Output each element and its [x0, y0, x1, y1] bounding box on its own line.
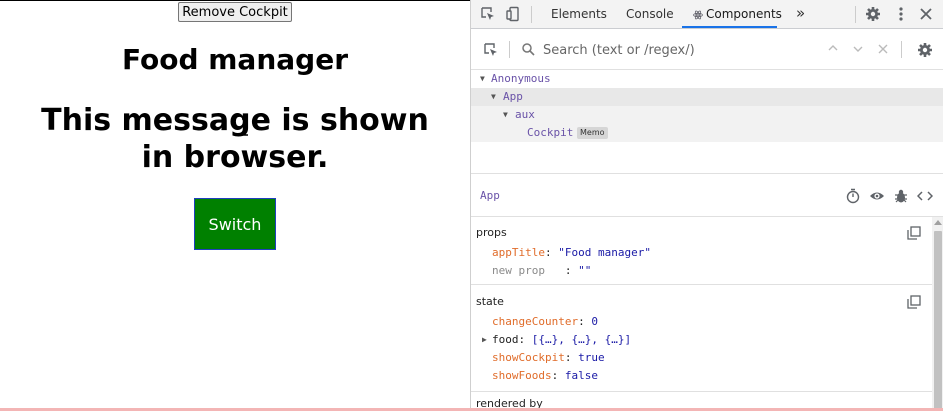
react-icon [693, 10, 703, 20]
state-title: state [476, 295, 504, 308]
tab-console[interactable]: Console [626, 0, 674, 29]
component-search-input[interactable] [543, 40, 743, 60]
toolbar-separator [509, 41, 510, 58]
search-icon [522, 43, 535, 56]
state-value[interactable]: [{…}, {…}, {…}] [532, 333, 631, 346]
more-options-icon[interactable] [893, 6, 909, 22]
prop-key: appTitle [492, 246, 545, 259]
tree-node-label: aux [515, 108, 535, 121]
page-title: Food manager [122, 43, 348, 76]
eye-icon[interactable] [869, 188, 885, 204]
prop-value[interactable]: "Food manager" [558, 246, 651, 259]
inspected-component-name: App [480, 189, 500, 202]
state-row[interactable]: ▶ food: [{…}, {…}, {…}] [482, 332, 631, 348]
device-toolbar-icon[interactable] [505, 6, 521, 22]
state-key: showFoods [492, 369, 552, 382]
tree-node-label: Cockpit [527, 126, 574, 139]
devtools-panel: Elements Console Components » Search (te… [471, 0, 943, 411]
text-cursor-icon [242, 118, 248, 136]
expand-caret-icon[interactable]: ▼ [503, 106, 508, 124]
select-component-icon[interactable] [483, 42, 499, 58]
scrollbar-thumb[interactable] [934, 231, 942, 411]
component-tree: ▼ Anonymous ▼ App ▼ aux Cockpit Memo [471, 70, 943, 144]
new-prop-value[interactable]: "" [578, 264, 591, 277]
new-prop-key[interactable]: new prop [492, 264, 545, 277]
view-source-icon[interactable] [917, 188, 933, 204]
expand-caret-icon[interactable]: ▼ [491, 88, 496, 106]
state-value[interactable]: true [578, 351, 605, 364]
tab-elements[interactable]: Elements [551, 0, 607, 29]
component-settings-gear-icon[interactable] [917, 42, 933, 58]
new-prop-row[interactable]: new prop : "" [492, 263, 591, 279]
tree-node-app[interactable]: ▼ App [471, 88, 943, 106]
state-key: showCockpit [492, 351, 565, 364]
remove-cockpit-button[interactable]: Remove Cockpit [178, 2, 292, 22]
inspector-header: App [471, 175, 943, 217]
previous-result-icon[interactable] [827, 42, 839, 54]
toolbar-separator [901, 41, 902, 58]
tree-empty-area [471, 144, 943, 174]
components-toolbar [471, 29, 943, 70]
devtools-tabbar: Elements Console Components » [471, 0, 943, 29]
more-tabs-button[interactable]: » [796, 0, 805, 28]
next-result-icon[interactable] [852, 43, 864, 55]
tab-components[interactable]: Components [706, 0, 782, 29]
prop-row[interactable]: appTitle: "Food manager" [492, 245, 651, 261]
clear-search-icon[interactable] [877, 43, 889, 55]
bug-icon[interactable] [893, 188, 909, 204]
memo-badge: Memo [577, 127, 608, 139]
tree-node-aux[interactable]: ▼ aux [471, 106, 943, 124]
settings-gear-icon[interactable] [865, 6, 881, 22]
state-value[interactable]: false [565, 369, 598, 382]
props-title: props [476, 226, 507, 239]
copy-state-icon[interactable] [907, 295, 921, 309]
active-tab-indicator [682, 26, 777, 28]
props-section: props appTitle: "Food manager" new prop … [471, 217, 933, 285]
state-key: food [492, 333, 519, 346]
tree-node-anonymous[interactable]: ▼ Anonymous [471, 70, 943, 88]
stopwatch-icon[interactable] [845, 188, 861, 204]
tree-node-label: App [503, 90, 523, 103]
page-message: This message is shown in browser. [41, 103, 429, 175]
state-value[interactable]: 0 [591, 315, 598, 328]
inspect-element-icon[interactable] [480, 6, 496, 22]
state-row[interactable]: changeCounter: 0 [492, 314, 598, 330]
app-page: Remove Cockpit Food manager This message… [0, 0, 470, 411]
toolbar-separator [855, 6, 856, 23]
expand-caret-icon[interactable]: ▼ [480, 70, 485, 88]
tree-node-cockpit[interactable]: Cockpit Memo [471, 124, 943, 142]
state-key: changeCounter [492, 315, 579, 328]
expand-caret-icon[interactable]: ▶ [482, 332, 487, 348]
state-row[interactable]: showCockpit: true [492, 350, 605, 366]
close-devtools-icon[interactable] [918, 6, 934, 22]
tree-node-label: Anonymous [491, 72, 551, 85]
scroll-up-arrow-icon[interactable] [934, 220, 942, 225]
copy-props-icon[interactable] [907, 226, 921, 240]
state-row[interactable]: showFoods: false [492, 368, 598, 384]
switch-button[interactable]: Switch [194, 198, 276, 250]
state-section: state changeCounter: 0 ▶ food: [{…}, {…}… [471, 286, 933, 392]
toolbar-separator [531, 6, 532, 23]
